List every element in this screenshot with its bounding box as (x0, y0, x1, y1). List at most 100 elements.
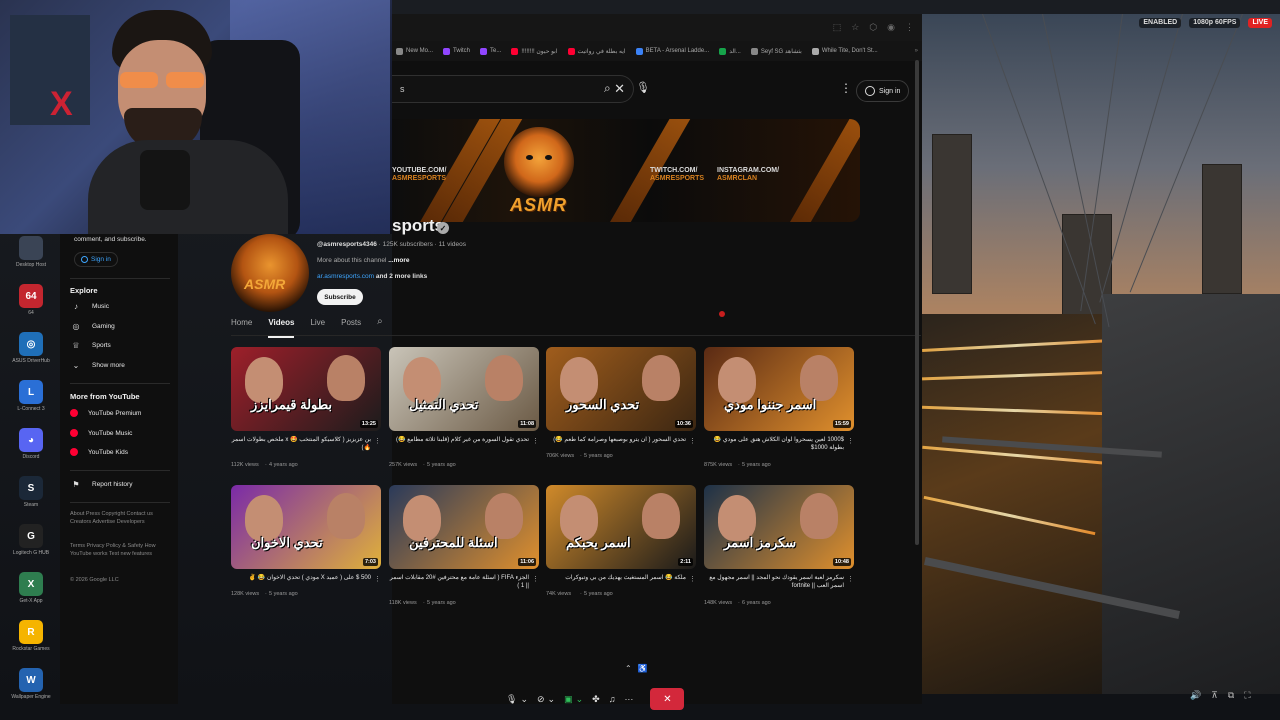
page-scrollbar[interactable] (915, 60, 919, 545)
popout-icon[interactable]: ⧉ (1228, 690, 1234, 701)
desktop-icon[interactable]: R Rockstar Games (8, 620, 54, 664)
pin-icon[interactable]: ⊼ (1211, 690, 1218, 701)
video-thumbnail[interactable]: تحدي الاخوان 7:03 (231, 485, 381, 569)
video-title[interactable]: 500 $ على ( عميد X مودي ) تحدي الاخوان 😂… (231, 574, 371, 582)
bookmark-item[interactable]: ايه بطلة في رواتيت (567, 47, 626, 55)
sidebar-item-kids[interactable]: YouTube Kids (70, 448, 128, 456)
video-menu-icon[interactable]: ⋮ (847, 437, 854, 445)
tab-posts[interactable]: Posts (341, 314, 361, 335)
video-menu-icon[interactable]: ⋮ (689, 437, 696, 445)
sidebar-sign-in-button[interactable]: Sign in (74, 252, 118, 267)
desktop-icon[interactable]: X Get-X App (8, 572, 54, 616)
video-title[interactable]: ملكة 😂 اسمر المستغيث يهديك من بي وتبوكرا… (546, 574, 686, 582)
desktop-icon[interactable]: ◎ ASUS DriverHub (8, 332, 54, 376)
video-card[interactable]: تحدي التمثيل 11:08 تحدي تقول السورة من غير… (389, 347, 539, 468)
video-thumbnail[interactable]: اسمر يحبكم 2:11 (546, 485, 696, 569)
desktop-icon[interactable]: ◕ Discord (8, 428, 54, 472)
sidebar-item-music-app[interactable]: YouTube Music (70, 429, 132, 437)
end-call-button[interactable]: ✕ (650, 688, 685, 710)
video-title[interactable]: تحدي تقول السورة من غير كلام (قلبنا ثلاث… (389, 436, 529, 444)
video-card[interactable]: بطولة قيمرايزز 13:25 بن عزيزيز ( كلاسيكو ا… (231, 347, 381, 468)
video-title[interactable]: الجزء FIFA ( اسئلة عامة مع محترفين #20 م… (389, 574, 529, 590)
desktop-icon[interactable]: G Logitech G HUB (8, 524, 54, 568)
video-menu-icon[interactable]: ⋮ (532, 437, 539, 445)
video-title[interactable]: بن عزيزيز ( كلاسيكو المنتخب 🤩 x ملخص بطو… (231, 436, 371, 452)
video-menu-icon[interactable]: ⋮ (374, 437, 381, 445)
star-icon[interactable]: ☆ (851, 22, 859, 33)
bookmark-item[interactable]: Seyf SG بثشاهد (750, 47, 802, 55)
video-title[interactable]: 1000$ لعين يسحروا لوان الكلاش هنق على مو… (704, 436, 844, 452)
video-menu-icon[interactable]: ⋮ (847, 575, 854, 583)
cast-icon[interactable]: ⬚ (833, 22, 842, 33)
more-options-icon[interactable]: ··· (624, 694, 633, 704)
desktop-icon[interactable]: 64 64 (8, 284, 54, 328)
footer-links-1[interactable]: About Press Copyright Contact us Creator… (70, 510, 170, 526)
extensions-icon[interactable]: ⬡ (869, 22, 877, 33)
search-input[interactable]: s ✕ (392, 75, 634, 103)
chevron-up-icon[interactable]: ⌃ (625, 664, 632, 673)
video-menu-icon[interactable]: ⋮ (532, 575, 539, 583)
video-card[interactable]: اسمر جننوا مودي 15:59 1000$ لعين يسحروا لو… (704, 347, 854, 468)
channel-link[interactable]: ar.asmresports.com (317, 273, 374, 280)
channel-about[interactable]: More about this channel ...more (317, 257, 410, 264)
video-card[interactable]: اسمر يحبكم 2:11 ملكة 😂 اسمر المستغيث يهديك… (546, 485, 696, 597)
clear-search-icon[interactable]: ✕ (614, 81, 625, 97)
video-card[interactable]: اسئلة للمحترفين 11:06 الجزء FIFA ( اسئلة ع… (389, 485, 539, 606)
sidebar-item-show-more[interactable]: ⌄ Show more (70, 361, 125, 370)
bookmark-item[interactable]: Twitch (443, 47, 470, 55)
subscribe-button[interactable]: Subscribe (317, 289, 363, 305)
desktop-icon[interactable]: L L-Connect 3 (8, 380, 54, 424)
settings-menu-icon[interactable]: ⋮ (840, 81, 852, 95)
sidebar-item-sports[interactable]: ♕ Sports (70, 341, 110, 350)
video-card[interactable]: تحدي السحور 10:36 تحدي السحور ( ان يترو بو… (546, 347, 696, 459)
microphone-icon[interactable]: 🎙 (636, 81, 650, 94)
video-menu-icon[interactable]: ⋮ (374, 575, 381, 583)
desktop-icon[interactable]: W Wallpaper Engine (8, 668, 54, 712)
video-title[interactable]: سكرمز لعبة اسمر يقودك نحو المجد || اسمر … (704, 574, 844, 590)
about-more-link[interactable]: ...more (388, 257, 409, 264)
video-title[interactable]: تحدي السحور ( ان يترو بوصبعها وصرامة كما… (546, 436, 686, 444)
volume-icon[interactable]: 🔊 (1190, 690, 1201, 701)
video-menu-icon[interactable]: ⋮ (689, 575, 696, 583)
bookmarks-overflow-icon[interactable]: » (915, 48, 918, 54)
sign-in-button[interactable]: Sign in (856, 80, 910, 102)
tab-home[interactable]: Home (231, 314, 252, 335)
channel-search-icon[interactable]: ⌕ (377, 314, 383, 335)
video-thumbnail[interactable]: اسمر جننوا مودي 15:59 (704, 347, 854, 431)
sidebar-item-gaming[interactable]: ◎ Gaming (70, 322, 115, 331)
camera-toggle[interactable]: ⊘ ⌄ (537, 694, 555, 705)
sidebar-item-report-history[interactable]: ⚑ Report history (70, 480, 132, 489)
more-links[interactable]: and 2 more links (374, 273, 427, 280)
tab-videos[interactable]: Videos (268, 314, 295, 338)
bookmark-item[interactable]: الد... (719, 47, 741, 55)
video-thumbnail[interactable]: اسئلة للمحترفين 11:06 (389, 485, 539, 569)
profile-icon[interactable]: ◉ (887, 22, 895, 33)
desktop-icon[interactable]: S Steam (8, 476, 54, 520)
bookmark-item[interactable]: BETA - Arsenal Ladde... (635, 47, 709, 55)
activities-icon[interactable]: ✤ (592, 694, 600, 705)
screen-share-toggle[interactable]: ▣ ⌄ (564, 694, 583, 705)
accessibility-icon[interactable]: ♿ (638, 664, 648, 673)
microphone-toggle[interactable]: 🎙 ⌄ (506, 694, 528, 705)
sidebar-item-music[interactable]: ♪ Music (70, 302, 109, 311)
video-thumbnail[interactable]: بطولة قيمرايزز 13:25 (231, 347, 381, 431)
desktop-icon[interactable]: Desktop Host (8, 236, 54, 280)
sidebar-item-premium[interactable]: YouTube Premium (70, 409, 141, 417)
video-card[interactable]: تحدي الاخوان 7:03 500 $ على ( عميد X مودي … (231, 485, 381, 597)
video-thumbnail[interactable]: سكرمز اسمر 10:48 (704, 485, 854, 569)
bookmark-favicon-icon (396, 47, 403, 55)
tab-live[interactable]: Live (310, 314, 325, 335)
video-thumbnail[interactable]: تحدي السحور 10:36 (546, 347, 696, 431)
menu-icon[interactable]: ⋮ (905, 22, 914, 33)
search-icon[interactable]: ⌕ (604, 81, 611, 96)
bookmark-item[interactable]: !!!!!!!! ابو حيون (511, 47, 558, 55)
channel-links[interactable]: ar.asmresports.com and 2 more links (317, 273, 427, 280)
video-card[interactable]: سكرمز اسمر 10:48 سكرمز لعبة اسمر يقودك نحو… (704, 485, 854, 606)
bookmark-item[interactable]: New Mo... (396, 47, 433, 55)
bookmark-item[interactable]: While Tite, Don't St... (811, 47, 878, 55)
footer-links-2[interactable]: Terms Privacy Policy & Safety How YouTub… (70, 542, 170, 558)
soundboard-icon[interactable]: ♫ (609, 694, 616, 704)
video-thumbnail[interactable]: تحدي التمثيل 11:08 (389, 347, 539, 431)
fullscreen-icon[interactable]: ⛶ (1244, 690, 1250, 701)
bookmark-item[interactable]: Te... (480, 47, 501, 55)
